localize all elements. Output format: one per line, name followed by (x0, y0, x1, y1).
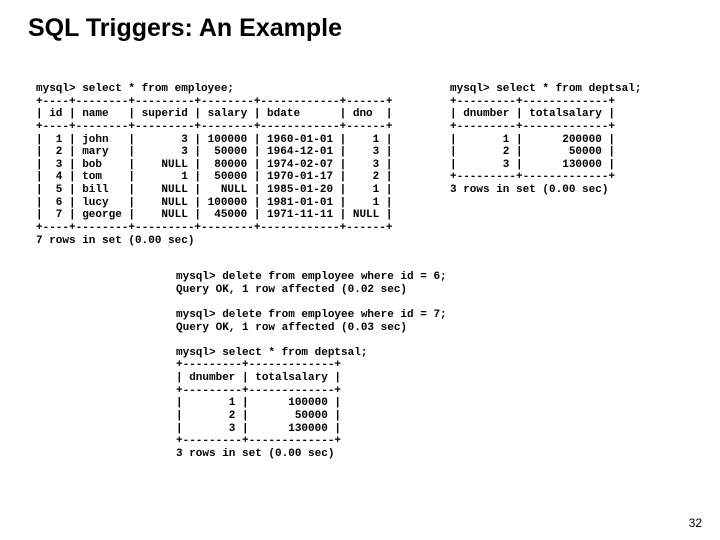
terminal-employee-table: mysql> select * from employee; +----+---… (36, 83, 392, 247)
slide-title: SQL Triggers: An Example (0, 0, 720, 43)
terminal-deptsal-table: mysql> select * from deptsal; +---------… (450, 83, 641, 197)
slide-content: mysql> select * from employee; +----+---… (0, 43, 720, 533)
terminal-delete-operations: mysql> delete from employee where id = 6… (176, 271, 447, 461)
page-number: 32 (689, 516, 702, 530)
